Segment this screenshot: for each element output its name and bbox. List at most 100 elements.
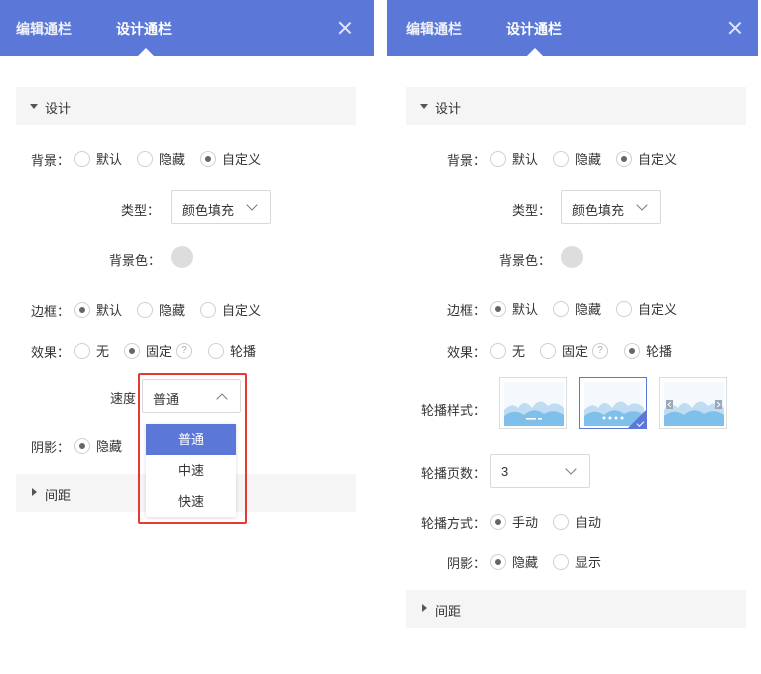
border-option-default[interactable]: 默认 [490, 299, 538, 318]
border-option-custom[interactable]: 自定义 [200, 300, 261, 319]
caret-right-icon [422, 604, 427, 612]
help-icon[interactable]: ? [592, 342, 609, 359]
effect-option-carousel[interactable]: 轮播 [624, 341, 672, 360]
radio-checked-icon [490, 553, 506, 570]
radio-icon [490, 342, 506, 359]
section-title: 设计 [435, 101, 462, 116]
carousel-pages-select[interactable]: 3 [490, 454, 590, 488]
speed-dropdown-menu: 普通 中速 快速 [146, 424, 236, 517]
radio-icon [74, 342, 90, 359]
tab-edit-bar[interactable]: 编辑通栏 [406, 19, 462, 39]
shadow-label: 阴影： [447, 556, 487, 571]
carousel-style-3[interactable] [659, 377, 727, 429]
border-label: 边框： [447, 303, 487, 318]
bgcolor-swatch[interactable] [561, 246, 583, 268]
carousel-style-label: 轮播样式： [421, 403, 487, 418]
effect-option-none[interactable]: 无 [74, 341, 109, 360]
carousel-style-1[interactable] [499, 377, 567, 429]
border-option-hidden[interactable]: 隐藏 [553, 299, 601, 318]
background-label: 背景： [31, 153, 71, 168]
radio-icon [616, 300, 632, 317]
shadow-option-hidden[interactable]: 隐藏 [490, 552, 538, 571]
type-label: 类型： [512, 203, 552, 218]
effect-label: 效果： [31, 345, 71, 360]
help-icon[interactable]: ? [176, 342, 193, 359]
carousel-style-2[interactable] [579, 377, 647, 429]
border-option-default[interactable]: 默认 [74, 300, 122, 319]
panel-header: 编辑通栏 设计通栏 [387, 0, 758, 56]
radio-checked-icon [490, 300, 506, 317]
bgcolor-swatch[interactable] [171, 246, 193, 268]
caret-down-icon [420, 104, 428, 109]
effect-option-none[interactable]: 无 [490, 341, 525, 360]
tab-design-bar[interactable]: 设计通栏 [116, 19, 172, 39]
border-label: 边框： [31, 304, 71, 319]
section-title: 设计 [45, 101, 72, 116]
chevron-down-icon [246, 199, 258, 211]
active-tab-indicator [138, 48, 154, 56]
radio-icon [74, 150, 90, 167]
caret-right-icon [32, 488, 37, 496]
radio-checked-icon [624, 342, 640, 359]
radio-checked-icon [74, 301, 90, 318]
radio-icon [553, 513, 569, 530]
background-option-default[interactable]: 默认 [74, 149, 122, 168]
panel-header: 编辑通栏 设计通栏 [0, 0, 374, 56]
radio-icon [200, 301, 216, 318]
speed-label: 速度 [110, 391, 137, 406]
caret-down-icon [30, 104, 38, 109]
background-option-custom[interactable]: 自定义 [200, 149, 261, 168]
effect-option-carousel[interactable]: 轮播 [208, 341, 256, 360]
radio-checked-icon [616, 150, 632, 167]
type-select[interactable]: 颜色填充 [171, 190, 271, 224]
speed-option-fast[interactable]: 快速 [146, 486, 236, 517]
chevron-down-icon [636, 199, 648, 211]
background-option-hidden[interactable]: 隐藏 [553, 149, 601, 168]
section-title: 间距 [45, 488, 72, 503]
radio-checked-icon [200, 150, 216, 167]
effect-option-fixed[interactable]: 固定 ? [540, 341, 609, 360]
tab-edit-bar[interactable]: 编辑通栏 [16, 19, 72, 39]
carousel-preview-icon [664, 382, 724, 426]
radio-icon [208, 342, 224, 359]
close-icon[interactable] [337, 20, 353, 36]
type-label: 类型： [121, 203, 161, 218]
border-option-hidden[interactable]: 隐藏 [137, 300, 185, 319]
type-select[interactable]: 颜色填充 [561, 190, 661, 224]
carousel-preview-icon [504, 382, 564, 426]
section-design-header[interactable]: 设计 [406, 87, 746, 125]
radio-icon [553, 150, 569, 167]
radio-icon [137, 150, 153, 167]
tab-design-bar[interactable]: 设计通栏 [506, 19, 562, 39]
radio-checked-icon [490, 513, 506, 530]
speed-option-medium[interactable]: 中速 [146, 455, 236, 486]
background-label: 背景： [447, 153, 487, 168]
carousel-mode-label: 轮播方式： [421, 516, 487, 531]
effect-label: 效果： [447, 345, 487, 360]
background-option-hidden[interactable]: 隐藏 [137, 149, 185, 168]
background-option-default[interactable]: 默认 [490, 149, 538, 168]
section-spacing-header[interactable]: 间距 [406, 590, 746, 628]
section-design-header[interactable]: 设计 [16, 87, 356, 125]
design-panel-left: 编辑通栏 设计通栏 设计 背景： 默认 隐藏 自定义 类型： 颜色填充 背景色：… [0, 0, 374, 674]
shadow-label: 阴影： [31, 440, 71, 455]
bgcolor-label: 背景色： [109, 253, 162, 268]
carousel-mode-auto[interactable]: 自动 [553, 512, 601, 531]
radio-icon [540, 342, 556, 359]
carousel-mode-manual[interactable]: 手动 [490, 512, 538, 531]
close-icon[interactable] [727, 20, 743, 36]
section-title: 间距 [435, 604, 462, 619]
radio-icon [137, 301, 153, 318]
design-panel-right: 编辑通栏 设计通栏 设计 背景： 默认 隐藏 自定义 类型： 颜色填充 背景色：… [387, 0, 758, 674]
shadow-option-hidden[interactable]: 隐藏 [74, 436, 122, 455]
bgcolor-label: 背景色： [499, 253, 552, 268]
radio-icon [553, 300, 569, 317]
carousel-pages-label: 轮播页数： [421, 466, 487, 481]
shadow-option-show[interactable]: 显示 [553, 552, 601, 571]
radio-icon [553, 553, 569, 570]
border-option-custom[interactable]: 自定义 [616, 299, 677, 318]
effect-option-fixed[interactable]: 固定 ? [124, 341, 193, 360]
speed-option-normal[interactable]: 普通 [146, 424, 236, 455]
radio-icon [490, 150, 506, 167]
background-option-custom[interactable]: 自定义 [616, 149, 677, 168]
